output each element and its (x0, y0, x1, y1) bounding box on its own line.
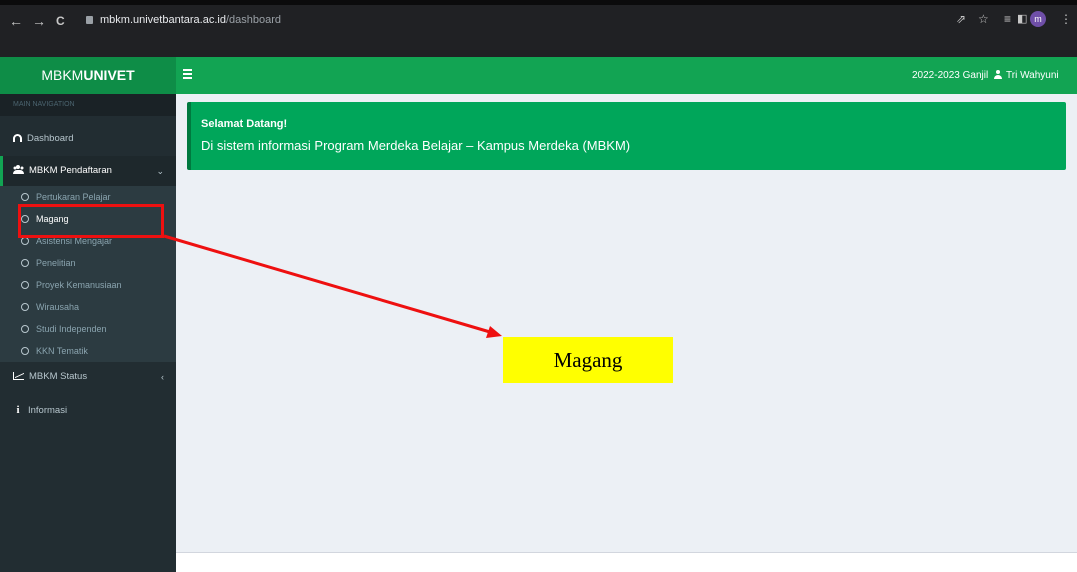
sidebar-item-label: Informasi (28, 405, 68, 416)
submenu-item-penelitian[interactable]: Penelitian (0, 252, 176, 274)
app-logo[interactable]: MBKMUNIVET (0, 57, 176, 94)
submenu-item-label: Studi Independen (36, 324, 107, 334)
users-icon (13, 165, 24, 174)
side-panel-icon[interactable]: ◧ (1017, 11, 1027, 27)
sidebar-item-label: MBKM Status (29, 371, 88, 382)
reading-list-icon[interactable]: ≡ (1004, 11, 1011, 27)
chevron-left-icon: ‹ (161, 372, 164, 382)
lock-icon (86, 16, 93, 24)
user-menu[interactable]: Tri Wahyuni (994, 57, 1059, 94)
dashboard-icon (13, 134, 22, 142)
sidebar-item-mbkm-status[interactable]: MBKM Status ‹ (0, 362, 176, 392)
url-text: mbkm.univetbantara.ac.id/dashboard (100, 9, 281, 31)
submenu-item-studi-independen[interactable]: Studi Independen (0, 318, 176, 340)
url-host: mbkm.univetbantara.ac.id (100, 14, 226, 26)
bookmark-star-icon[interactable]: ☆ (978, 11, 989, 27)
back-icon[interactable]: ← (9, 13, 23, 29)
submenu-item-label: Wirausaha (36, 302, 80, 312)
logo-suffix: UNIVET (83, 67, 135, 83)
tab-strip (0, 0, 1077, 5)
circle-icon (21, 193, 29, 201)
sidebar: MAIN NAVIGATION Dashboard MBKM Pendaftar… (0, 94, 176, 572)
sidebar-item-dashboard[interactable]: Dashboard (0, 124, 176, 154)
submenu-item-wirausaha[interactable]: Wirausaha (0, 296, 176, 318)
magang-highlight-box (18, 204, 164, 238)
share-icon[interactable]: ⇗ (956, 11, 966, 27)
sidebar-item-label: MBKM Pendaftaran (29, 165, 112, 176)
user-icon (994, 70, 1002, 79)
circle-icon (21, 325, 29, 333)
user-name: Tri Wahyuni (1006, 70, 1059, 81)
submenu-item-kkn-tematik[interactable]: KKN Tematik (0, 340, 176, 362)
academic-period: 2022-2023 Ganjil (912, 70, 989, 81)
browser-toolbar: ← → C mbkm.univetbantara.ac.id/dashboard… (0, 0, 1077, 57)
submenu-item-proyek-kemanusiaan[interactable]: Proyek Kemanusiaan (0, 274, 176, 296)
circle-icon (21, 281, 29, 289)
sidebar-item-label: Dashboard (27, 133, 74, 144)
url-path: /dashboard (225, 14, 281, 26)
circle-icon (21, 347, 29, 355)
submenu-item-label: KKN Tematik (36, 346, 88, 356)
circle-icon (21, 303, 29, 311)
profile-avatar[interactable]: m (1030, 11, 1046, 27)
circle-icon (21, 237, 29, 245)
welcome-alert: Selamat Datang! Di sistem informasi Prog… (187, 102, 1066, 170)
sidebar-toggle-icon[interactable] (183, 69, 192, 79)
top-navbar: 2022-2023 Ganjil Tri Wahyuni (176, 57, 1077, 94)
submenu-item-label: Penelitian (36, 258, 76, 268)
chevron-down-icon: ⌄ (156, 166, 164, 176)
submenu-item-label: Pertukaran Pelajar (36, 192, 111, 202)
app-header: MBKMUNIVET 2022-2023 Ganjil Tri Wahyuni (0, 57, 1077, 94)
browser-menu-icon[interactable]: ⋮ (1060, 11, 1072, 27)
page-footer (176, 552, 1077, 572)
magang-callout-label: Magang (503, 337, 673, 383)
sidebar-section-header: MAIN NAVIGATION (0, 94, 176, 116)
forward-icon[interactable]: → (32, 13, 46, 29)
line-chart-icon (13, 372, 24, 380)
circle-icon (21, 259, 29, 267)
logo-prefix: MBKM (41, 67, 84, 83)
alert-title: Selamat Datang! (201, 118, 288, 130)
address-bar[interactable]: mbkm.univetbantara.ac.id/dashboard (86, 9, 906, 31)
info-icon: i (16, 404, 20, 416)
submenu-item-label: Proyek Kemanusiaan (36, 280, 122, 290)
sidebar-item-informasi[interactable]: i Informasi (0, 395, 176, 425)
main-content: Selamat Datang! Di sistem informasi Prog… (176, 94, 1077, 552)
sidebar-item-mbkm-pendaftaran[interactable]: MBKM Pendaftaran ⌄ (0, 156, 176, 186)
alert-text: Di sistem informasi Program Merdeka Bela… (201, 138, 631, 153)
reload-icon[interactable]: C (56, 13, 65, 29)
